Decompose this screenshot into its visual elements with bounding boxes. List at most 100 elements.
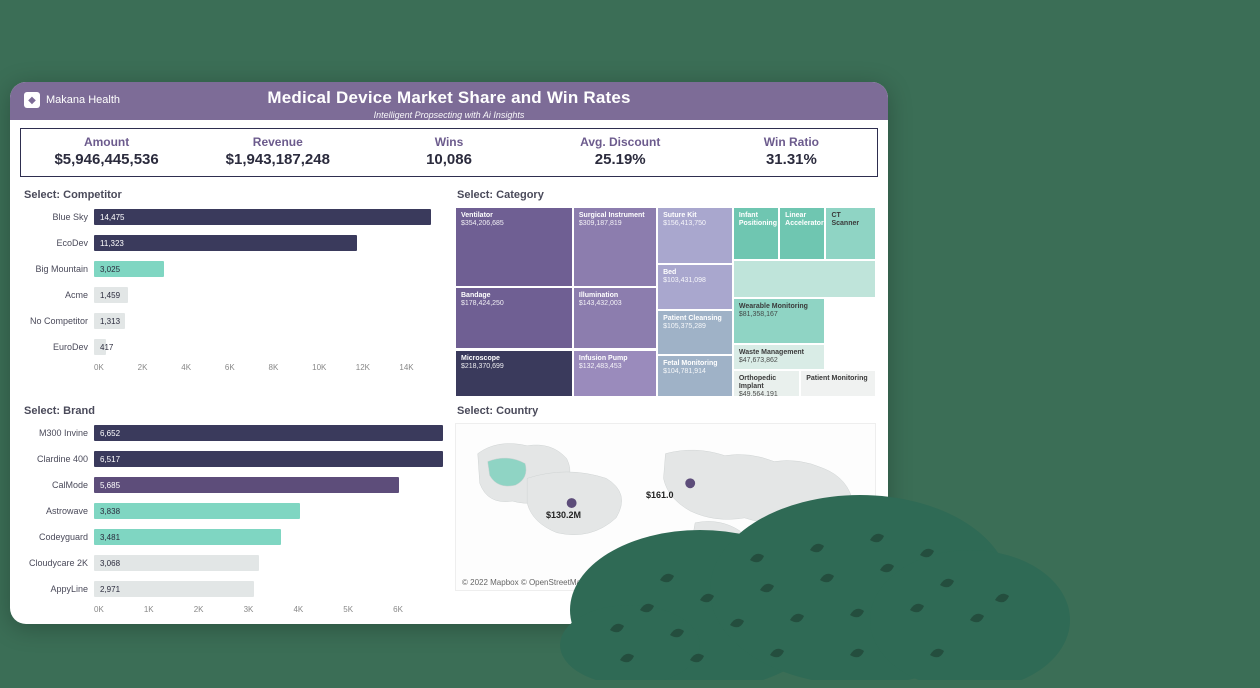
treemap-cell[interactable] <box>733 260 876 298</box>
bar-fill: 3,481 <box>94 529 281 545</box>
bar-label: Blue Sky <box>22 212 94 222</box>
bar-row[interactable]: Codeyguard3,481 <box>22 527 443 547</box>
bar-track: 6,517 <box>94 451 443 467</box>
treemap-cell-name: CT Scanner <box>831 212 870 228</box>
treemap-cell-value: $178,424,250 <box>461 300 567 308</box>
treemap-cell-value: $47,673,862 <box>739 357 820 365</box>
kpi-value: 25.19% <box>539 151 702 168</box>
axis-tick: 6K <box>393 605 443 614</box>
bar-row[interactable]: AppyLine2,971 <box>22 579 443 599</box>
treemap-cell-name: Illumination <box>579 292 651 300</box>
treemap-cell-name: Suture Kit <box>663 212 727 220</box>
treemap-cell[interactable]: Wearable Monitoring$81,358,167 <box>733 298 826 344</box>
axis-tick: 5K <box>343 605 393 614</box>
treemap-cell[interactable]: Bed$103,431,098 <box>657 264 733 310</box>
bar-track: 14,475 <box>94 209 443 225</box>
dashboard-card: ◆ Makana Health Medical Device Market Sh… <box>10 82 888 624</box>
treemap-cell-name: Infusion Pump <box>579 355 651 363</box>
treemap-cell-name: Linear Accelerator <box>785 212 819 228</box>
bar-fill: 3,838 <box>94 503 300 519</box>
bar-track: 11,323 <box>94 235 443 251</box>
country-map[interactable]: $130.2M $161.0 © 2022 Mapbox © OpenStree… <box>455 423 876 591</box>
competitor-title: Select: Competitor <box>24 189 443 201</box>
treemap-cell-name: Patient Cleansing <box>663 315 727 323</box>
bar-row[interactable]: EuroDev417 <box>22 337 443 357</box>
treemap-cell-name: Infant Positioning <box>739 212 773 228</box>
bar-fill: 1,459 <box>94 287 128 303</box>
bar-row[interactable]: EcoDev11,323 <box>22 233 443 253</box>
treemap-cell-name: Orthopedic Implant <box>739 375 794 391</box>
axis-tick: 8K <box>269 363 313 372</box>
title-block: Medical Device Market Share and Win Rate… <box>267 88 630 120</box>
competitor-panel: Select: Competitor Blue Sky14,475EcoDev1… <box>22 185 443 397</box>
bar-fill: 6,652 <box>94 425 443 441</box>
kpi-label: Wins <box>367 135 530 149</box>
bar-row[interactable]: No Competitor1,313 <box>22 311 443 331</box>
treemap-cell-value: $104,781,914 <box>663 368 727 376</box>
treemap-cell[interactable]: Linear Accelerator <box>779 207 825 260</box>
bar-label: Acme <box>22 290 94 300</box>
axis-tick: 1K <box>144 605 194 614</box>
brand-title: Select: Brand <box>24 405 443 417</box>
axis-tick: 4K <box>181 363 225 372</box>
treemap-cell[interactable]: Orthopedic Implant$49,564,191 <box>733 370 800 397</box>
competitor-chart[interactable]: Blue Sky14,475 EcoDev11,323 Big Mountain3,… <box>22 207 443 372</box>
category-treemap[interactable]: Ventilator$354,206,685 Microscope$218,370… <box>455 207 876 397</box>
bar-label: EuroDev <box>22 342 94 352</box>
kpi-row: Amount $5,946,445,536 Revenue $1,943,187… <box>20 128 878 177</box>
dashboard-header: ◆ Makana Health Medical Device Market Sh… <box>10 82 888 120</box>
bar-fill: 6,517 <box>94 451 443 467</box>
treemap-cell[interactable]: Infant Positioning <box>733 207 779 260</box>
bar-row[interactable]: Cloudycare 2K3,068 <box>22 553 443 573</box>
category-panel: Select: Category Ventilator$354,206,685M… <box>455 185 876 397</box>
bar-row[interactable]: Astrowave3,838 <box>22 501 443 521</box>
axis-tick: 12K <box>356 363 400 372</box>
treemap-cell[interactable]: Patient Monitoring <box>800 370 876 397</box>
brand-name: Makana Health <box>46 94 120 106</box>
bar-fill: 14,475 <box>94 209 431 225</box>
brand: ◆ Makana Health <box>24 92 120 108</box>
bar-row[interactable]: M300 Invine6,652 <box>22 423 443 443</box>
axis-tick: 6K <box>225 363 269 372</box>
treemap-cell[interactable]: Bandage$178,424,250 <box>455 287 573 350</box>
treemap-cell-value: $49,564,191 <box>739 391 794 397</box>
bar-fill: 2,971 <box>94 581 254 597</box>
treemap-cell[interactable]: Waste Management$47,673,862 <box>733 344 826 371</box>
bar-axis: 0K2K4K6K8K10K12K14K <box>94 363 443 372</box>
bar-label: EcoDev <box>22 238 94 248</box>
country-title: Select: Country <box>457 405 876 417</box>
bar-track: 5,685 <box>94 477 443 493</box>
bar-row[interactable]: Clardine 4006,517 <box>22 449 443 469</box>
axis-tick: 10K <box>312 363 356 372</box>
brand-chart[interactable]: M300 Invine6,652 Clardine 4006,517 CalMode… <box>22 423 443 614</box>
bar-row[interactable]: Blue Sky14,475 <box>22 207 443 227</box>
treemap-cell[interactable]: Patient Cleansing$105,375,289 <box>657 310 733 356</box>
map-attribution: © 2022 Mapbox © OpenStreetMap <box>462 578 585 587</box>
treemap-cell[interactable]: Fetal Monitoring$104,781,914 <box>657 355 733 397</box>
bar-track: 3,838 <box>94 503 443 519</box>
bar-label: CalMode <box>22 480 94 490</box>
treemap-cell[interactable]: Surgical Instrument$309,187,819 <box>573 207 657 287</box>
treemap-cell-name: Bed <box>663 269 727 277</box>
bar-row[interactable]: Big Mountain3,025 <box>22 259 443 279</box>
treemap-cell[interactable]: Microscope$218,370,699 <box>455 350 573 398</box>
kpi-label: Win Ratio <box>710 135 873 149</box>
treemap-cell-name: Ventilator <box>461 212 567 220</box>
treemap-cell[interactable]: CT Scanner <box>825 207 876 260</box>
bar-track: 3,025 <box>94 261 443 277</box>
treemap-cell[interactable]: Infusion Pump$132,483,453 <box>573 350 657 398</box>
treemap-cell-value: $132,483,453 <box>579 363 651 371</box>
treemap-cell-name: Microscope <box>461 355 567 363</box>
treemap-cell[interactable]: Illumination$143,432,003 <box>573 287 657 350</box>
bar-label: Codeyguard <box>22 532 94 542</box>
bar-row[interactable]: CalMode5,685 <box>22 475 443 495</box>
treemap-cell[interactable]: Suture Kit$156,413,750 <box>657 207 733 264</box>
page-subtitle: Intelligent Propsecting with Ai Insights <box>267 110 630 120</box>
bar-fill: 11,323 <box>94 235 357 251</box>
bar-label: AppyLine <box>22 584 94 594</box>
bar-track: 6,652 <box>94 425 443 441</box>
bar-track: 2,971 <box>94 581 443 597</box>
bar-track: 1,459 <box>94 287 443 303</box>
treemap-cell[interactable]: Ventilator$354,206,685 <box>455 207 573 287</box>
bar-row[interactable]: Acme1,459 <box>22 285 443 305</box>
